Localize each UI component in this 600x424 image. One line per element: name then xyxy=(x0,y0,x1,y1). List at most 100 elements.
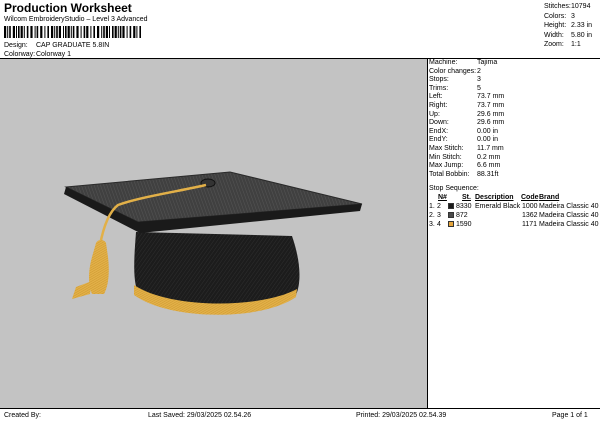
barcode-bar xyxy=(119,26,122,38)
property-value: 73.7 mm xyxy=(477,93,505,101)
property-label: Max Stitch: xyxy=(429,144,464,152)
barcode-bar xyxy=(80,26,82,38)
barcode-bar xyxy=(12,26,15,38)
barcode-bar xyxy=(63,26,64,38)
barcode-bar xyxy=(70,26,72,38)
barcode-bar xyxy=(30,26,33,38)
barcode-bar xyxy=(16,26,17,38)
needle-number: 3 xyxy=(437,212,441,219)
barcode-bar xyxy=(54,26,56,38)
tassel xyxy=(89,240,109,294)
software-name: Wilcom EmbroideryStudio – Level 3 Advanc… xyxy=(4,16,148,23)
barcode-bar xyxy=(103,26,105,38)
property-value: 11.7 mm xyxy=(477,144,504,152)
barcode-bar xyxy=(56,26,58,38)
table-row: 1. 2 8330 Emerald Black 1000 Madeira Classic … xyxy=(429,202,600,211)
barcode-bar xyxy=(90,26,92,38)
property-row: Max Jump: 6.6 mm xyxy=(429,162,600,171)
property-label: Machine: xyxy=(429,59,458,66)
property-label: Min Stitch: xyxy=(429,153,462,161)
barcode-bar xyxy=(122,26,125,38)
property-label: Down: xyxy=(429,119,449,127)
property-value: Tajima xyxy=(477,59,498,66)
color-swatch xyxy=(448,221,454,227)
property-label: Trims: xyxy=(429,84,449,92)
color-swatch xyxy=(448,212,454,218)
property-label: EndY: xyxy=(429,136,448,144)
stop-number: 2. xyxy=(429,212,435,219)
barcode-bar xyxy=(109,26,110,38)
property-row: Machine: Tajima xyxy=(429,59,600,68)
property-value: 88.31ft xyxy=(477,170,499,178)
barcode-bar xyxy=(117,26,119,38)
barcode-bar xyxy=(47,26,49,38)
property-value: 29.6 mm xyxy=(477,119,505,127)
property-row: Stops: 3 xyxy=(429,76,600,85)
worksheet-title: Production Worksheet xyxy=(4,1,132,15)
thread-code: 872 xyxy=(456,212,468,219)
property-label: Left: xyxy=(429,93,443,101)
property-label: Max Jump: xyxy=(429,162,464,170)
barcode-bar xyxy=(58,26,61,38)
thread-description: Emerald Black xyxy=(475,203,521,210)
property-row: Down: 29.6 mm xyxy=(429,119,600,128)
barcode-bar xyxy=(4,26,7,38)
stat-height: Height: 2.33 in xyxy=(544,22,593,29)
created-by: Created By: xyxy=(4,412,41,419)
colorway-value: Colorway 1 xyxy=(36,51,72,58)
barcode-bar xyxy=(72,26,75,38)
table-row: 3. 4 1590 1171 Madeira Classic 40 xyxy=(429,220,600,229)
property-label: EndX: xyxy=(429,127,449,135)
property-value: 0.2 mm xyxy=(477,153,501,161)
barcode-bar xyxy=(51,26,54,38)
barcode-bar xyxy=(18,26,20,38)
property-label: Up: xyxy=(429,110,440,118)
property-row: Total Bobbin: 88.31ft xyxy=(429,171,600,180)
design-value: CAP GRADUATE 5.8IN xyxy=(36,42,110,49)
stitch-count: 1362 xyxy=(522,212,538,219)
thread-code: 1590 xyxy=(456,221,472,228)
barcode-bar xyxy=(36,26,39,38)
property-value: 3 xyxy=(477,76,481,84)
design-label: Design: xyxy=(4,42,28,49)
property-row: EndX: 0.00 in xyxy=(429,128,600,137)
needle-number: 4 xyxy=(437,221,441,228)
stitch-count: 1171 xyxy=(522,221,538,228)
barcode-bar xyxy=(97,26,100,38)
barcode-bar xyxy=(112,26,114,38)
printed-date: Printed: 29/03/2025 02.54.39 xyxy=(356,412,447,419)
footer-divider xyxy=(0,408,600,409)
barcode-bar xyxy=(20,26,23,38)
last-saved: Last Saved: 29/03/2025 02.54.26 xyxy=(148,412,252,419)
barcode-bar xyxy=(136,26,138,38)
barcode-bar xyxy=(86,26,89,38)
barcode-bar xyxy=(83,26,86,38)
barcode-bar xyxy=(133,26,136,38)
property-row: Max Stitch: 11.7 mm xyxy=(429,145,600,154)
stop-number: 3. xyxy=(429,221,435,228)
panel-divider xyxy=(427,59,428,408)
property-value: 2 xyxy=(477,67,481,75)
barcode-bar xyxy=(114,26,117,38)
needle-number: 2 xyxy=(437,203,441,210)
stitch-count: 1000 xyxy=(522,203,538,210)
property-row: Left: 73.7 mm xyxy=(429,93,600,102)
property-row: Min Stitch: 0.2 mm xyxy=(429,154,600,163)
table-header: N# St. Description Code Brand xyxy=(438,194,560,201)
property-value: 6.6 mm xyxy=(477,162,501,170)
barcode-bar xyxy=(105,26,108,38)
property-value: 29.6 mm xyxy=(477,110,505,118)
barcode-bar xyxy=(44,26,46,38)
property-row: EndY: 0.00 in xyxy=(429,136,600,145)
property-row: Right: 73.7 mm xyxy=(429,102,600,111)
barcode-bar xyxy=(34,26,36,38)
thread-brand: Madeira Classic 40 xyxy=(539,212,599,219)
property-label: Total Bobbin: xyxy=(429,170,470,178)
barcode-bar xyxy=(93,26,95,38)
thread-brand: Madeira Classic 40 xyxy=(539,203,599,210)
barcode-bar xyxy=(26,26,29,38)
stat-colors: Colors: 3 xyxy=(544,12,575,20)
property-value: 0.00 in xyxy=(477,136,499,144)
barcode-bar xyxy=(67,26,70,38)
property-label: Right: xyxy=(429,101,448,109)
